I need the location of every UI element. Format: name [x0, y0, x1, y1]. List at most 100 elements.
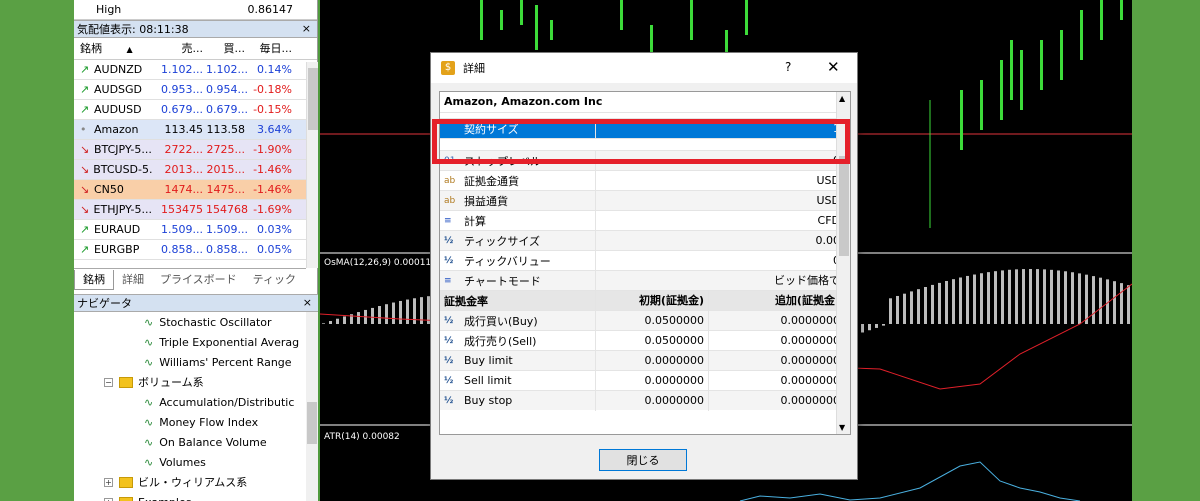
margin-row[interactable]: ½ Sell limit 0.0000000 0.0000000 [440, 370, 850, 391]
navigator-item[interactable]: − ボリューム系 [74, 372, 318, 392]
symbol-name: AUDSGD [94, 82, 143, 96]
property-row[interactable]: ab 証拠金通貨 USD [440, 170, 850, 191]
trend-down-icon: ↘ [80, 162, 90, 176]
market-watch-title: 気配値表示: 08:11:38 [77, 23, 189, 36]
collapse-icon[interactable]: − [104, 377, 113, 387]
tab-price-board[interactable]: プライスボード [152, 270, 245, 290]
market-watch-row[interactable]: ↗ EURGBP 0.858... 0.858... 0.05% [74, 240, 317, 260]
bid-value: 153475 [161, 202, 203, 216]
navigator-item[interactable]: +Examples [74, 492, 318, 501]
navigator-item[interactable]: ∿ Stochastic Oscillator [74, 312, 318, 332]
initial-margin: 0.0000000 [596, 370, 709, 391]
market-watch-row[interactable]: ↗ AUDNZD 1.102... 1.102... 0.14% [74, 60, 317, 80]
navigator-item[interactable]: ∿ Accumulation/Distributic [74, 392, 318, 412]
market-watch-scrollbar[interactable] [306, 62, 318, 268]
market-watch-row[interactable]: ↘ BTCJPY-5... 2722... 2725... -1.90% [74, 140, 317, 160]
market-watch-row[interactable]: ↗ AUDUSD 0.679... 0.679... -0.15% [74, 100, 317, 120]
change-value: -1.69% [253, 202, 292, 216]
navigator-item[interactable]: ∿ Williams' Percent Range [74, 352, 318, 372]
high-value: 0.86147 [247, 3, 294, 16]
text-icon: ab [444, 195, 456, 206]
navigator-item[interactable]: ∿ Volumes [74, 452, 318, 472]
market-watch-row[interactable]: • Amazon 113.45 113.58 3.64% [74, 120, 317, 140]
symbol-header[interactable]: 銘柄 ▲ [74, 38, 152, 60]
initial-margin: 0.0500000 [596, 310, 709, 331]
ask-value: 0.679... [206, 102, 248, 116]
close-icon[interactable]: ✕ [827, 58, 840, 76]
close-icon[interactable]: × [303, 296, 312, 309]
change-value: 0.03% [257, 222, 292, 236]
navigator-item[interactable]: ∿ On Balance Volume [74, 432, 318, 452]
trend-down-icon: ↘ [80, 182, 90, 196]
high-row: High 0.86147 [74, 0, 317, 20]
indicator-icon: ∿ [144, 335, 154, 349]
trend-dot-icon: • [80, 122, 87, 136]
indicator-icon: ∿ [144, 395, 154, 409]
property-row[interactable]: ab 損益通貨 USD [440, 190, 850, 211]
tab-ticks[interactable]: ティック [245, 270, 304, 290]
symbol-name: AUDUSD [94, 102, 142, 116]
help-icon[interactable]: ? [785, 60, 791, 74]
additional-margin: 0.0000000 [780, 313, 841, 327]
property-value: CFD [817, 213, 840, 227]
market-watch-row[interactable]: ↘ ETHJPY-5... 153475 154768 -1.69% [74, 200, 317, 220]
market-watch-titlebar: 気配値表示: 08:11:38 × [74, 20, 317, 38]
scroll-up-icon[interactable]: ▲ [839, 94, 845, 103]
navigator-item[interactable]: + ビル・ウィリアムス系 [74, 472, 318, 492]
navigator-scrollbar[interactable] [306, 312, 318, 501]
indicator-icon: ∿ [144, 435, 154, 449]
ask-value: 1475... [206, 182, 245, 196]
symbol-details-dialog: $ 詳細 ? ✕ Amazon, Amazon.com Inc 契約サイズ101… [430, 52, 858, 480]
bid-value: 0.679... [161, 102, 203, 116]
bid-header[interactable]: 売... [152, 38, 206, 60]
margin-row[interactable]: ½ Buy limit 0.0000000 0.0000000 [440, 350, 850, 371]
tab-symbols[interactable]: 銘柄 [74, 270, 114, 290]
initial-margin: 0.0500000 [596, 330, 709, 351]
expand-icon[interactable]: + [104, 497, 113, 501]
property-label: ティックバリュー [464, 254, 551, 268]
fraction-icon: ½ [444, 355, 454, 366]
ask-header[interactable]: 買... [206, 38, 248, 60]
trend-up-icon: ↗ [80, 222, 90, 236]
left-background [0, 0, 74, 501]
market-watch-row[interactable]: ↗ AUDSGD 0.953... 0.954... -0.18% [74, 80, 317, 100]
property-row[interactable]: ≡ 計算 CFD [440, 210, 850, 231]
bid-value: 0.953... [161, 82, 203, 96]
navigator-item[interactable]: ∿ Money Flow Index [74, 412, 318, 432]
navigator-tree: ∿ Stochastic Oscillator ∿ Triple Exponentia… [74, 312, 318, 501]
folder-icon [119, 496, 133, 501]
change-header[interactable]: 毎日... [248, 38, 296, 60]
navigator-titlebar: ナビゲータ × [74, 294, 318, 312]
close-icon[interactable]: × [302, 22, 311, 35]
change-value: 3.64% [257, 122, 292, 136]
initial-margin: 0.0000000 [596, 350, 709, 371]
ask-value: 0.858... [206, 242, 248, 256]
change-value: -0.15% [253, 102, 292, 116]
dollar-icon: $ [441, 61, 455, 75]
property-label: 損益通貨 [464, 194, 508, 208]
dialog-titlebar: $ 詳細 ? ✕ [431, 53, 857, 83]
margin-row[interactable]: ½ 成行買い(Buy) 0.0500000 0.0000000 [440, 310, 850, 331]
additional-margin: 0.0000000 [780, 333, 841, 347]
bid-value: 113.45 [164, 122, 204, 136]
expand-icon[interactable]: + [104, 477, 113, 487]
scroll-down-icon[interactable]: ▼ [839, 423, 845, 432]
market-watch-row[interactable]: ↘BTCUSD-5... 2013...2015... -1.46% [74, 160, 317, 180]
navigator-title: ナビゲータ [77, 297, 132, 310]
margin-row[interactable]: ½ 成行売り(Sell) 0.0500000 0.0000000 [440, 330, 850, 351]
property-row[interactable]: ½ ティックサイズ 0.00 [440, 230, 850, 251]
symbol-name: BTCJPY-5... [94, 142, 152, 156]
text-icon: ab [444, 175, 456, 186]
trend-up-icon: ↗ [80, 242, 90, 256]
property-row[interactable]: ≡ チャートモード ビッド価格で [440, 270, 850, 291]
change-value: -0.18% [253, 82, 292, 96]
tab-details[interactable]: 詳細 [114, 270, 152, 290]
market-watch-row[interactable]: ↗ EURAUD 1.509... 1.509... 0.03% [74, 220, 317, 240]
property-row[interactable]: ½ ティックバリュー 0 [440, 250, 850, 271]
navigator-item[interactable]: ∿ Triple Exponential Averag [74, 332, 318, 352]
close-button[interactable]: 閉じる [599, 449, 687, 471]
margin-row[interactable]: ½ Buy stop 0.0000000 0.0000000 [440, 390, 850, 411]
bid-value: 0.858... [161, 242, 203, 256]
symbol-name: ETHJPY-5... [93, 202, 152, 216]
market-watch-row[interactable]: ↘ CN50 1474... 1475... -1.46% [74, 180, 317, 200]
